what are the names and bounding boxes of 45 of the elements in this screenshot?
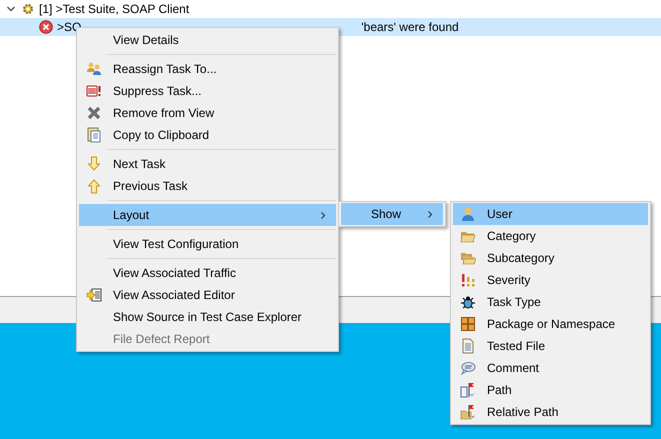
menu-item[interactable]: Package or Namespace [453, 313, 648, 335]
exclamation-marks-icon [460, 272, 476, 288]
menu-item[interactable]: Previous Task [79, 175, 336, 197]
menu-item[interactable]: Show Source in Test Case Explorer [79, 306, 336, 328]
editor-icon [86, 287, 102, 303]
menu-item[interactable]: Severity [453, 269, 648, 291]
folder-flag-icon [460, 404, 476, 420]
user-icon [460, 206, 476, 222]
menu-item[interactable]: View Associated Editor [79, 284, 336, 306]
menu-item[interactable]: Reassign Task To... [79, 58, 336, 80]
bug-icon [460, 294, 476, 310]
file-flag-icon [460, 382, 476, 398]
menu-item[interactable]: Show [341, 203, 443, 225]
file-icon [460, 338, 476, 354]
menu-item[interactable]: Comment [453, 357, 648, 379]
menu-item[interactable]: Category [453, 225, 648, 247]
menu-item[interactable]: View Associated Traffic [79, 262, 336, 284]
menu-item[interactable]: Next Task [79, 153, 336, 175]
menu-item[interactable]: Copy to Clipboard [79, 124, 336, 146]
collapse-icon[interactable] [6, 4, 16, 14]
chevron-right-icon [320, 210, 326, 220]
menu-item[interactable]: Relative Path [453, 401, 648, 423]
suppress-icon [86, 83, 102, 99]
menu-item[interactable]: View Test Configuration [79, 233, 336, 255]
menu-item[interactable]: Layout [79, 204, 336, 226]
close-icon [86, 105, 102, 121]
menu-item[interactable]: View Details [79, 29, 336, 51]
menu-item[interactable]: Remove from View [79, 102, 336, 124]
tree-item-label: 'bears' were found [361, 19, 459, 36]
gear-icon [22, 3, 34, 15]
tree-item-label: [1] >Test Suite, SOAP Client [39, 1, 190, 18]
down-arrow-icon [86, 156, 102, 172]
chevron-right-icon [427, 210, 433, 218]
clipboard-icon [86, 127, 102, 143]
folders-icon [460, 250, 476, 266]
menu-item[interactable]: Suppress Task... [79, 80, 336, 102]
speech-bubble-icon [460, 360, 476, 376]
people-icon [86, 61, 102, 77]
package-icon [460, 316, 476, 332]
menu-item[interactable]: User [453, 203, 648, 225]
up-arrow-icon [86, 178, 102, 194]
menu-item[interactable]: Tested File [453, 335, 648, 357]
menu-item[interactable]: Subcategory [453, 247, 648, 269]
menu-item[interactable]: Path [453, 379, 648, 401]
menu-item[interactable]: Task Type [453, 291, 648, 313]
